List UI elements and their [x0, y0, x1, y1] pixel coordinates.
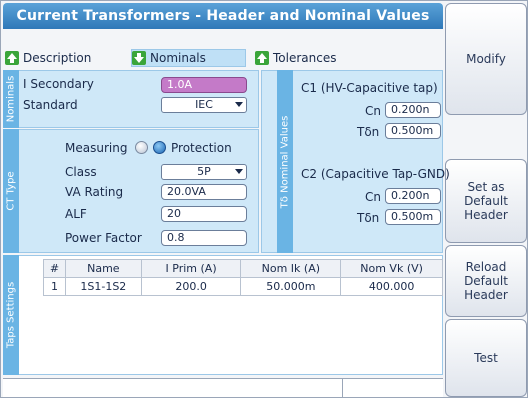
- c1-cn-label: Cn: [365, 104, 381, 118]
- c1-tdn-label: Tδn: [357, 125, 380, 139]
- i-secondary-label: I Secondary: [23, 77, 94, 91]
- status-bar: [3, 378, 443, 397]
- ct-type-section-label: CT Type: [3, 129, 19, 253]
- column-header[interactable]: #: [43, 259, 66, 278]
- window-title: Current Transformers - Header and Nomina…: [16, 8, 430, 24]
- column-header[interactable]: Nom Ik (A): [240, 259, 342, 278]
- measuring-radio[interactable]: [135, 141, 148, 154]
- c2-title: C2 (Capacitive Tap-GND): [301, 167, 450, 181]
- c1-cn-field[interactable]: 0.200n: [385, 102, 441, 118]
- table-row[interactable]: 1 1S1-1S2 200.0 50.000m 400.000: [43, 277, 443, 296]
- table-cell: 50.000m: [240, 277, 342, 296]
- chevron-down-icon: [235, 169, 243, 174]
- power-factor-label: Power Factor: [65, 231, 142, 245]
- table-cell: 1S1-1S2: [64, 277, 142, 296]
- chevron-down-icon: [235, 102, 243, 107]
- standard-label: Standard: [23, 98, 78, 112]
- modify-button-label: Modify: [466, 52, 506, 66]
- measuring-label: Measuring: [65, 141, 128, 155]
- class-select-value: 5P: [197, 165, 211, 178]
- va-rating-label: VA Rating: [65, 185, 124, 199]
- standard-select-value: IEC: [195, 98, 213, 111]
- class-select[interactable]: 5P: [161, 164, 247, 180]
- tab-description[interactable]: Description: [5, 49, 125, 67]
- test-button-label: Test: [474, 351, 498, 365]
- set-default-header-label: Set as Default Header: [464, 180, 508, 222]
- arrow-up-icon: [5, 51, 19, 65]
- c1-title: C1 (HV-Capacitive tap): [301, 81, 438, 95]
- taps-table: # Name I Prim (A) Nom Ik (A) Nom Vk (V) …: [43, 259, 443, 296]
- c2-tdn-label: Tδn: [357, 211, 380, 225]
- standard-select[interactable]: IEC: [161, 97, 247, 113]
- column-header[interactable]: I Prim (A): [140, 259, 242, 278]
- status-bar-left: [3, 379, 343, 397]
- tab-tolerances[interactable]: Tolerances: [255, 49, 375, 67]
- arrow-up-icon: [255, 51, 269, 65]
- protection-label: Protection: [171, 141, 232, 155]
- tab-nominals-label: Nominals: [150, 51, 206, 65]
- test-button[interactable]: Test: [445, 319, 527, 397]
- table-cell: 1: [43, 277, 66, 296]
- reload-default-header-label: Reload Default Header: [464, 260, 508, 302]
- tab-nominals[interactable]: Nominals: [131, 49, 246, 67]
- td-nominal-section-label: Tδ Nominal Values: [277, 70, 293, 253]
- i-secondary-field[interactable]: 1.0A: [161, 77, 247, 93]
- modify-button[interactable]: Modify: [445, 3, 527, 115]
- taps-settings-section-label: Taps Settings: [3, 255, 19, 375]
- alf-field[interactable]: 20: [161, 206, 247, 222]
- protection-radio[interactable]: [153, 141, 166, 154]
- arrow-down-icon: [132, 51, 146, 65]
- c2-tdn-field[interactable]: 0.500m: [385, 209, 441, 225]
- tab-description-label: Description: [23, 51, 92, 65]
- table-cell: 200.0: [140, 277, 242, 296]
- power-factor-field[interactable]: 0.8: [161, 230, 247, 246]
- tab-tolerances-label: Tolerances: [273, 51, 337, 65]
- alf-label: ALF: [65, 207, 87, 221]
- title-bar: Current Transformers - Header and Nomina…: [3, 3, 443, 29]
- column-header[interactable]: Nom Vk (V): [340, 259, 443, 278]
- column-header[interactable]: Name: [64, 259, 142, 278]
- class-label: Class: [65, 165, 97, 179]
- c2-cn-field[interactable]: 0.200n: [385, 188, 441, 204]
- reload-default-header-button[interactable]: Reload Default Header: [445, 245, 527, 317]
- c2-cn-label: Cn: [365, 190, 381, 204]
- tab-row: Description Nominals Tolerances: [3, 47, 443, 69]
- c1-tdn-field[interactable]: 0.500m: [385, 123, 441, 139]
- table-cell: 400.000: [340, 277, 443, 296]
- app-window: Current Transformers - Header and Nomina…: [0, 0, 528, 398]
- table-header-row: # Name I Prim (A) Nom Ik (A) Nom Vk (V): [43, 259, 443, 278]
- nominals-section-label: Nominals: [3, 70, 19, 128]
- set-default-header-button[interactable]: Set as Default Header: [445, 159, 527, 243]
- va-rating-field[interactable]: 20.0VA: [161, 184, 247, 200]
